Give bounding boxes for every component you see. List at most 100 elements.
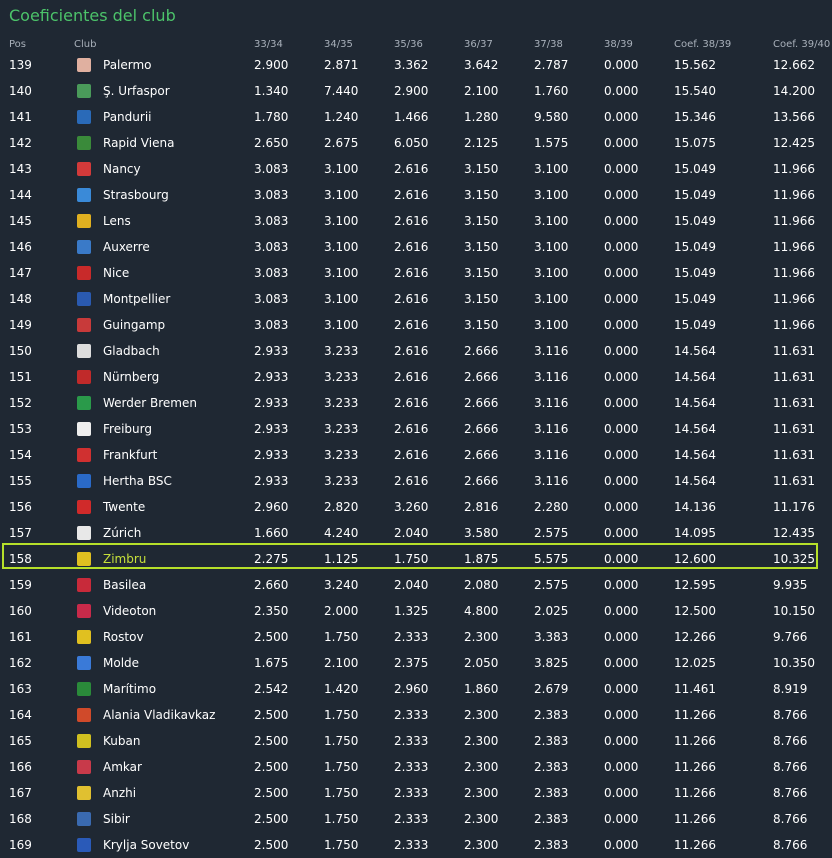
table-row[interactable]: 144 Strasbourg 3.083 3.100 2.616 3.150 3.100 0.… [0,182,832,208]
club-name[interactable]: Auxerre [103,234,150,260]
club-name[interactable]: Kuban [103,728,140,754]
club-name[interactable]: Krylja Sovetov [103,832,189,858]
table-row[interactable]: 145 Lens 3.083 3.100 2.616 3.150 3.100 0.000 15.… [0,208,832,234]
table-row[interactable]: 155 Hertha BSC 2.933 3.233 2.616 2.666 3.116 0.… [0,468,832,494]
club-name[interactable]: Rapid Viena [103,130,174,156]
value-cell: 11.461 [674,682,716,696]
table-row[interactable]: 158 Zimbru 2.275 1.125 1.750 1.875 5.575 0.000 1… [0,546,832,572]
header-coef-39-40[interactable]: Coef. 39/40 [773,39,830,50]
club-name[interactable]: Guingamp [103,312,165,338]
table-row[interactable]: 166 Amkar 2.500 1.750 2.333 2.300 2.383 0.000 11… [0,754,832,780]
table-row[interactable]: 153 Freiburg 2.933 3.233 2.616 2.666 3.116 0.00… [0,416,832,442]
club-name[interactable]: Sibir [103,806,130,832]
table-row[interactable]: 167 Anzhi 2.500 1.750 2.333 2.300 2.383 0.000 11… [0,780,832,806]
row-pos: 153 [9,422,32,436]
club-badge-icon [77,786,91,800]
value-cell: 1.325 [394,604,429,618]
table-row[interactable]: 161 Rostov 2.500 1.750 2.333 2.300 3.383 0.000 1… [0,624,832,650]
value-cell: 15.049 [674,214,716,228]
header-33-34[interactable]: 33/34 [254,39,283,50]
club-badge-icon [77,188,91,202]
club-name[interactable]: Marítimo [103,676,156,702]
value-cell: 3.083 [254,266,289,280]
header-34-35[interactable]: 34/35 [324,39,353,50]
table-row[interactable]: 157 Zúrich 1.660 4.240 2.040 3.580 2.575 0.000 1… [0,520,832,546]
club-name[interactable]: Lens [103,208,131,234]
club-name[interactable]: Nice [103,260,129,286]
value-cell: 2.666 [464,344,499,358]
value-cell: 4.800 [464,604,499,618]
club-name[interactable]: Hertha BSC [103,468,172,494]
table-row[interactable]: 148 Montpellier 3.083 3.100 2.616 3.150 3.100 0… [0,286,832,312]
table-row[interactable]: 154 Frankfurt 2.933 3.233 2.616 2.666 3.116 0.0… [0,442,832,468]
club-name[interactable]: Palermo [103,52,152,78]
club-name[interactable]: Alania Vladikavkaz [103,702,215,728]
club-name[interactable]: Freiburg [103,416,152,442]
value-cell: 1.660 [254,526,289,540]
header-coef-38-39[interactable]: Coef. 38/39 [674,39,731,50]
club-name[interactable]: Zimbru [103,546,146,572]
table-row[interactable]: 139 Palermo 2.900 2.871 3.362 3.642 2.787 0.000… [0,52,832,78]
club-name[interactable]: Rostov [103,624,144,650]
header-35-36[interactable]: 35/36 [394,39,423,50]
value-cell: 2.900 [254,58,289,72]
row-pos: 146 [9,240,32,254]
club-name[interactable]: Strasbourg [103,182,169,208]
header-pos[interactable]: Pos [9,39,26,50]
value-cell: 4.240 [324,526,359,540]
club-name[interactable]: Gladbach [103,338,160,364]
table-row[interactable]: 156 Twente 2.960 2.820 3.260 2.816 2.280 0.000 1… [0,494,832,520]
table-row[interactable]: 159 Basilea 2.660 3.240 2.040 2.080 2.575 0.000… [0,572,832,598]
table-row[interactable]: 146 Auxerre 3.083 3.100 2.616 3.150 3.100 0.000… [0,234,832,260]
table-row[interactable]: 163 Marítimo 2.542 1.420 2.960 1.860 2.679 0.00… [0,676,832,702]
header-club[interactable]: Club [74,39,96,50]
table-row[interactable]: 147 Nice 3.083 3.100 2.616 3.150 3.100 0.000 15.… [0,260,832,286]
club-name[interactable]: Anzhi [103,780,136,806]
club-name[interactable]: Ş. Urfaspor [103,78,170,104]
value-cell: 3.100 [324,188,359,202]
value-cell: 14.564 [674,370,716,384]
club-badge-icon [77,214,91,228]
table-row[interactable]: 152 Werder Bremen 2.933 3.233 2.616 2.666 3.11… [0,390,832,416]
club-badge-icon [77,734,91,748]
club-name[interactable]: Videoton [103,598,156,624]
club-name[interactable]: Amkar [103,754,142,780]
club-name[interactable]: Werder Bremen [103,390,197,416]
club-name[interactable]: Pandurii [103,104,151,130]
value-cell: 11.966 [773,318,815,332]
value-cell: 15.049 [674,240,716,254]
table-row[interactable]: 149 Guingamp 3.083 3.100 2.616 3.150 3.100 0.00… [0,312,832,338]
club-name[interactable]: Montpellier [103,286,170,312]
club-name[interactable]: Twente [103,494,145,520]
club-name[interactable]: Zúrich [103,520,141,546]
value-cell: 1.750 [324,760,359,774]
header-38-39[interactable]: 38/39 [604,39,633,50]
club-name[interactable]: Nürnberg [103,364,159,390]
table-row[interactable]: 151 Nürnberg 2.933 3.233 2.616 2.666 3.116 0.00… [0,364,832,390]
value-cell: 2.383 [534,786,569,800]
table-row[interactable]: 165 Kuban 2.500 1.750 2.333 2.300 2.383 0.000 11… [0,728,832,754]
header-37-38[interactable]: 37/38 [534,39,563,50]
table-row[interactable]: 168 Sibir 2.500 1.750 2.333 2.300 2.383 0.000 11… [0,806,832,832]
value-cell: 8.766 [773,812,808,826]
value-cell: 0.000 [604,526,639,540]
value-cell: 2.650 [254,136,289,150]
club-name[interactable]: Nancy [103,156,141,182]
table-row[interactable]: 164 Alania Vladikavkaz 2.500 1.750 2.333 2.30… [0,702,832,728]
club-name[interactable]: Basilea [103,572,146,598]
club-name[interactable]: Molde [103,650,139,676]
table-row[interactable]: 160 Videoton 2.350 2.000 1.325 4.800 2.025 0.00… [0,598,832,624]
table-row[interactable]: 162 Molde 1.675 2.100 2.375 2.050 3.825 0.000 12… [0,650,832,676]
club-name[interactable]: Frankfurt [103,442,157,468]
header-36-37[interactable]: 36/37 [464,39,493,50]
value-cell: 2.383 [534,760,569,774]
table-row[interactable]: 142 Rapid Viena 2.650 2.675 6.050 2.125 1.575 0… [0,130,832,156]
table-row[interactable]: 169 Krylja Sovetov 2.500 1.750 2.333 2.300 2.3… [0,832,832,858]
value-cell: 2.871 [324,58,359,72]
table-row[interactable]: 141 Pandurii 1.780 1.240 1.466 1.280 9.580 0.00… [0,104,832,130]
table-row[interactable]: 143 Nancy 3.083 3.100 2.616 3.150 3.100 0.000 15… [0,156,832,182]
table-row[interactable]: 150 Gladbach 2.933 3.233 2.616 2.666 3.116 0.00… [0,338,832,364]
club-badge-icon [77,422,91,436]
table-row[interactable]: 140 Ş. Urfaspor 1.340 7.440 2.900 2.100 1.760 0… [0,78,832,104]
value-cell: 2.500 [254,734,289,748]
